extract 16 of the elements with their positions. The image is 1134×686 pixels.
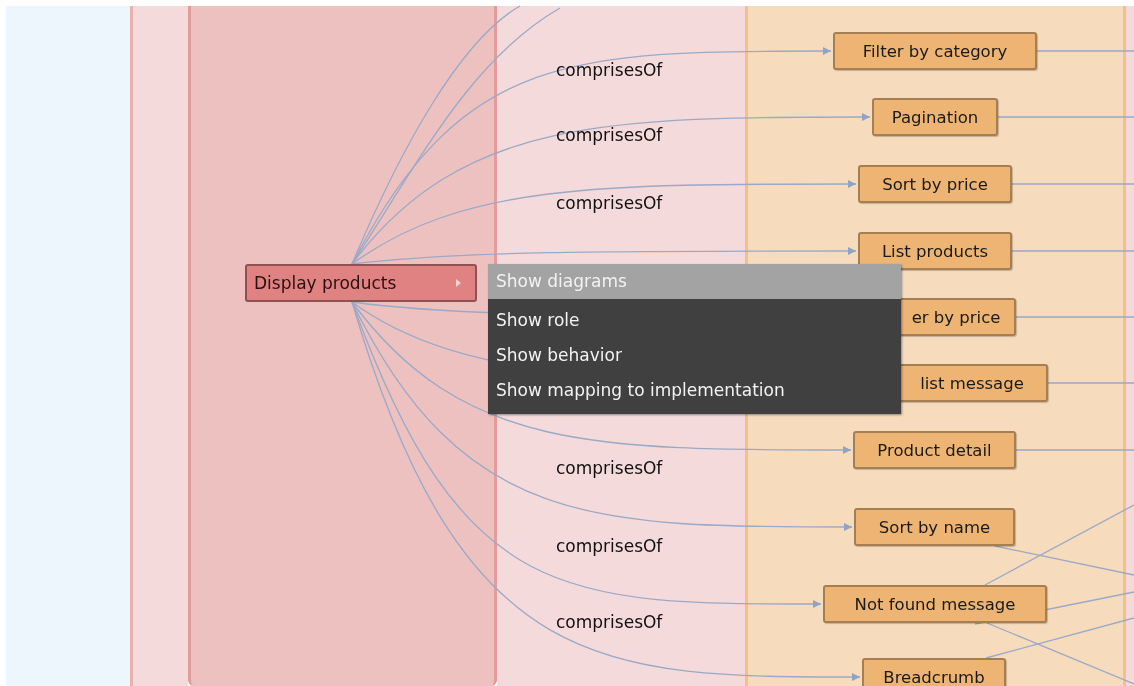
edge-label: comprisesOf (556, 536, 663, 556)
diagram-node: Filter by category (833, 32, 1037, 70)
diagram-node: Pagination (872, 98, 998, 136)
edge-label: comprisesOf (556, 125, 663, 145)
diagram-node: Breadcrumb (862, 658, 1006, 686)
diagram-node: Sort by name (854, 508, 1015, 546)
edge-label: comprisesOf (556, 193, 663, 213)
diagram-node: Not found message (823, 585, 1047, 623)
diagram-node: Product detail (853, 431, 1016, 469)
diagram-node: List products (858, 232, 1012, 270)
edge-label: comprisesOf (556, 612, 663, 632)
node-label: Display products (254, 273, 398, 293)
submenu-arrow-icon (456, 279, 461, 287)
diagram-node: Sort by price (858, 165, 1012, 203)
edge-label: comprisesOf (556, 458, 663, 478)
edge-label: comprisesOf (556, 60, 663, 80)
